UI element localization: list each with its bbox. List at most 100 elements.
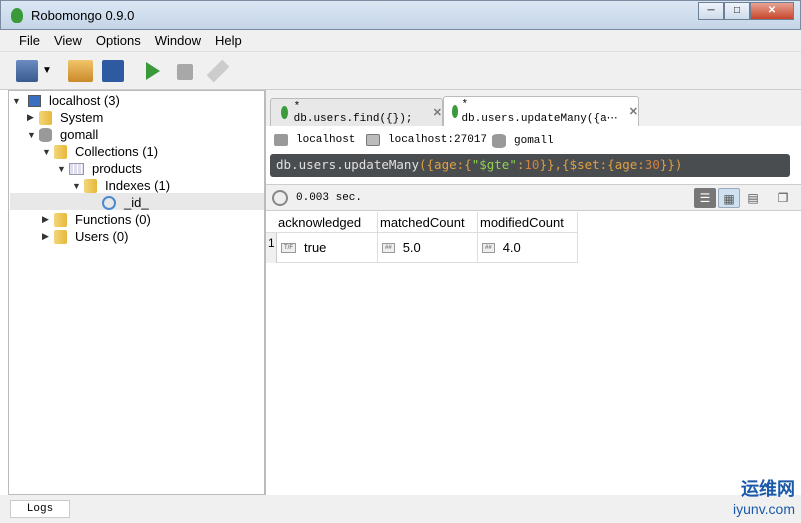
tree-label: gomall: [60, 127, 99, 142]
info-address: localhost:27017: [366, 134, 487, 146]
results-table: acknowledged matchedCount modifiedCount …: [266, 212, 801, 495]
tree-view-button[interactable]: ☰: [694, 188, 716, 208]
mongo-leaf-icon: [452, 105, 459, 118]
tree-label: System: [60, 110, 104, 125]
tab-find[interactable]: * db.users.find({}); ✕: [270, 98, 443, 126]
bottom-bar: Logs: [0, 495, 801, 523]
menu-file[interactable]: File: [12, 30, 47, 51]
tree-item-database[interactable]: ▼ gomall: [27, 126, 98, 143]
column-header[interactable]: modifiedCount: [478, 212, 578, 233]
table-cell[interactable]: ## 4.0: [478, 233, 578, 263]
query-text: 30: [644, 157, 660, 172]
maximize-button[interactable]: □: [724, 2, 750, 20]
menu-window[interactable]: Window: [148, 30, 208, 51]
clock-icon: [272, 190, 288, 206]
tree-label: _id_: [124, 195, 149, 210]
connect-icon[interactable]: [16, 60, 38, 82]
tree-item-index[interactable]: _id_: [102, 194, 149, 211]
query-text: }},{$set:{age:: [539, 157, 645, 172]
collapsed-arrow-icon[interactable]: ▶: [42, 214, 54, 225]
collapsed-arrow-icon[interactable]: ▶: [27, 112, 39, 123]
expand-arrow-icon[interactable]: ▼: [72, 181, 84, 191]
close-tab-icon[interactable]: ✕: [629, 105, 638, 118]
close-button[interactable]: ✕: [750, 2, 794, 20]
cell-value: 4.0: [502, 240, 521, 255]
bool-type-icon: T/F: [281, 242, 296, 253]
tree-item-collections[interactable]: ▼ Collections (1): [42, 143, 158, 160]
tree-label: Functions (0): [75, 212, 151, 227]
tab-label: * db.users.updateMany({a⋯: [461, 98, 618, 125]
index-icon: [102, 195, 116, 210]
query-editor[interactable]: db.users.updateMany({age:{"$gte":10}},{$…: [270, 154, 790, 177]
tree-label: localhost (3): [49, 93, 120, 108]
column-header[interactable]: acknowledged: [266, 212, 378, 233]
window-title: Robomongo 0.9.0: [31, 8, 135, 23]
folder-icon: [54, 144, 67, 159]
expand-arrow-icon[interactable]: ▼: [42, 147, 54, 157]
folder-icon: [84, 178, 97, 193]
stop-icon[interactable]: [177, 64, 193, 80]
table-icon: [69, 162, 84, 175]
title-bar: Robomongo 0.9.0 ─ □ ✕: [0, 0, 801, 30]
tree-item-collection[interactable]: ▼ products: [57, 160, 142, 177]
menu-help[interactable]: Help: [208, 30, 249, 51]
text-view-button[interactable]: ▤: [742, 188, 764, 208]
tree-label: Users (0): [75, 229, 129, 244]
tab-label: * db.users.find({});: [293, 100, 413, 125]
table-view-button[interactable]: ▦: [718, 188, 740, 208]
number-type-icon: ##: [382, 242, 395, 253]
tree-item-server[interactable]: ▼ localhost (3): [12, 92, 120, 109]
folder-icon: [54, 212, 67, 227]
expand-arrow-icon[interactable]: ▼: [12, 96, 24, 106]
orientation-icon[interactable]: [206, 59, 230, 83]
query-workspace: * db.users.find({}); ✕ * db.users.updateM…: [265, 90, 801, 495]
connect-dropdown-icon[interactable]: ▼: [42, 60, 54, 82]
server-icon: [28, 94, 41, 107]
menu-options[interactable]: Options: [89, 30, 148, 51]
close-tab-icon[interactable]: ✕: [433, 106, 442, 119]
server-label: localhost: [296, 134, 356, 146]
tree-item-functions[interactable]: ▶ Functions (0): [42, 211, 151, 228]
explorer-tree: ▼ localhost (3) ▶ System ▼ gomall ▼ Collecti…: [8, 90, 265, 495]
folder-icon: [39, 110, 52, 125]
tree-item-indexes[interactable]: ▼ Indexes (1): [72, 177, 170, 194]
column-header[interactable]: matchedCount: [378, 212, 478, 233]
minimize-button[interactable]: ─: [698, 2, 724, 20]
expand-arrow-icon[interactable]: ▼: [27, 130, 39, 140]
save-icon[interactable]: [102, 60, 124, 82]
tree-item-system[interactable]: ▶ System: [27, 109, 103, 126]
query-text: "$gte": [471, 157, 517, 172]
table-cell[interactable]: T/F true: [277, 233, 378, 263]
tree-label: products: [92, 161, 142, 176]
result-status-bar: 0.003 sec. ☰ ▦ ▤ ❐: [266, 184, 801, 211]
tab-update-many[interactable]: * db.users.updateMany({a⋯ ✕: [443, 96, 639, 126]
number-type-icon: ##: [482, 242, 495, 253]
menu-bar: File View Options Window Help: [0, 30, 801, 52]
database-icon: [39, 127, 52, 142]
cell-value: 5.0: [402, 240, 421, 255]
collapsed-arrow-icon[interactable]: ▶: [42, 231, 54, 242]
toolbar: ▼: [0, 52, 801, 90]
query-text: 10: [524, 157, 540, 172]
info-db: gomall: [492, 134, 554, 148]
watermark-text: iyunv.com: [733, 501, 795, 517]
cell-value: true: [304, 240, 327, 255]
query-text: }}): [659, 157, 683, 172]
maximize-results-button[interactable]: ❐: [772, 188, 794, 208]
expand-arrow-icon[interactable]: ▼: [57, 164, 69, 174]
menu-view[interactable]: View: [47, 30, 89, 51]
tree-item-users[interactable]: ▶ Users (0): [42, 228, 128, 245]
folder-icon: [54, 229, 67, 244]
execute-icon[interactable]: [146, 62, 160, 80]
info-server: localhost: [274, 134, 355, 146]
address-label: localhost:27017: [388, 134, 488, 146]
open-folder-icon[interactable]: [68, 60, 93, 82]
mongo-leaf-icon: [281, 106, 288, 119]
table-cell[interactable]: ## 5.0: [378, 233, 478, 263]
db-label: gomall: [514, 135, 554, 147]
database-icon: [492, 134, 506, 148]
query-text: ({age:{: [419, 157, 472, 172]
query-text: db.users.updateMany: [276, 157, 419, 172]
logs-tab[interactable]: Logs: [10, 500, 70, 518]
row-number: 1: [266, 233, 277, 263]
